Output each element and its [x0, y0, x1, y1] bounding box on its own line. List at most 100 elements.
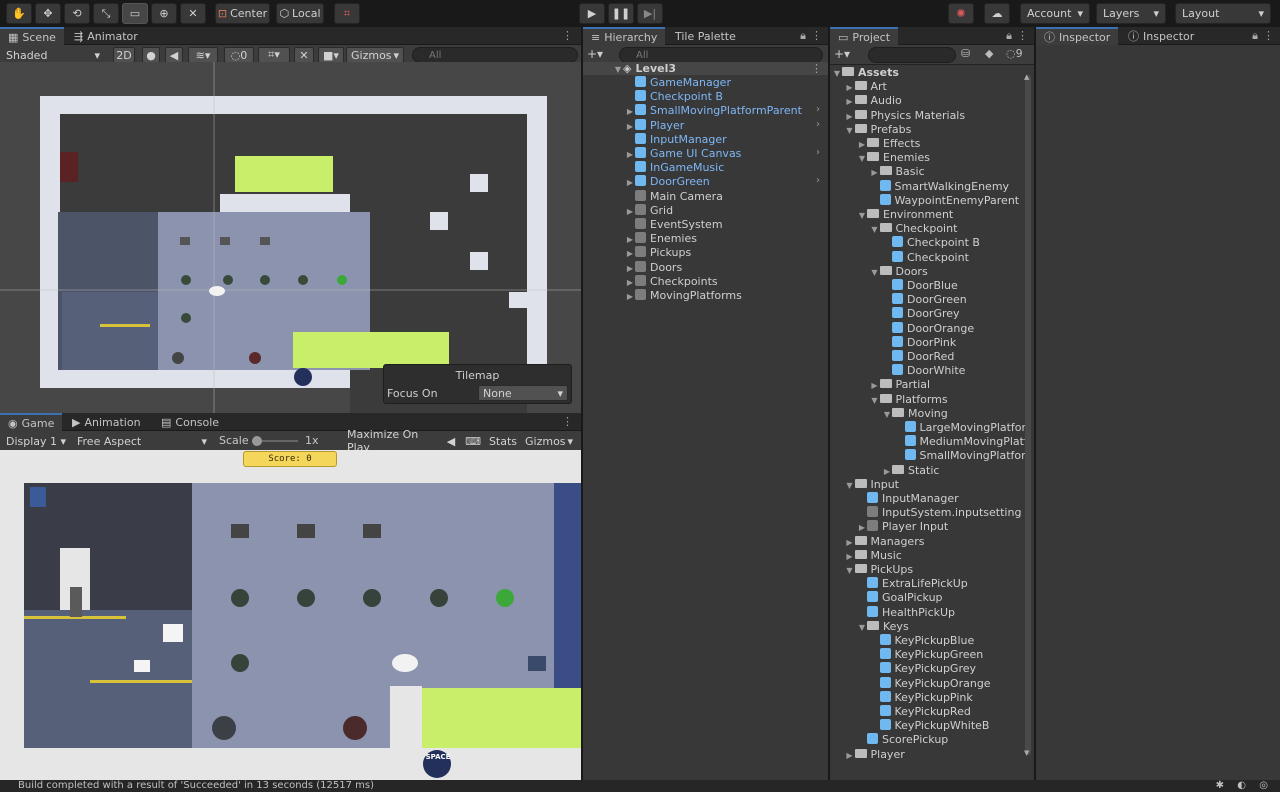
expand-arrow-icon[interactable]: ▶: [625, 276, 635, 290]
tab-tile-palette[interactable]: Tile Palette: [667, 27, 744, 45]
open-prefab-chevron-icon[interactable]: ›: [816, 104, 820, 115]
more-menu-icon[interactable]: ⋮: [811, 29, 822, 42]
lock-icon[interactable]: 🔒︎: [800, 29, 806, 43]
hierarchy-item[interactable]: GameManager: [625, 76, 731, 90]
2d-toggle[interactable]: 2D: [113, 47, 135, 63]
project-asset[interactable]: KeyPickupOrange: [870, 676, 991, 691]
project-asset[interactable]: GoalPickup: [857, 591, 943, 605]
project-folder[interactable]: ▼ Keys: [857, 620, 909, 634]
expand-arrow-icon[interactable]: ▼: [845, 124, 855, 138]
project-folder[interactable]: ▼ Enemies: [857, 151, 930, 165]
tab-animation[interactable]: ▶ Animation: [64, 413, 149, 431]
expand-arrow-icon[interactable]: ▶: [625, 120, 635, 134]
project-folder[interactable]: ▼ Doors: [870, 265, 927, 280]
scale-slider[interactable]: [252, 436, 298, 446]
step-button[interactable]: ▶|: [637, 3, 663, 24]
focus-on-dropdown[interactable]: None ▾: [478, 385, 568, 401]
hierarchy-item[interactable]: ▶ Checkpoints: [625, 274, 718, 290]
project-asset[interactable]: ScorePickup: [857, 733, 948, 747]
grid-snap-icon[interactable]: ⌗: [334, 3, 360, 24]
game-gizmos-dropdown[interactable]: Gizmos ▾: [520, 433, 578, 449]
project-folder[interactable]: ▼ Input: [845, 478, 899, 492]
project-folder[interactable]: ▼ Checkpoint: [870, 222, 957, 236]
expand-arrow-icon[interactable]: ▶: [845, 81, 855, 95]
scroll-up-icon[interactable]: ▲: [1024, 73, 1029, 81]
collab-icon[interactable]: ✺: [948, 3, 974, 24]
hierarchy-item[interactable]: EventSystem: [625, 218, 723, 232]
custom-tool-icon[interactable]: ✕: [180, 3, 206, 24]
expand-arrow-icon[interactable]: ▼: [857, 621, 867, 635]
visibility-toggle[interactable]: ◌ 0: [224, 47, 254, 63]
expand-arrow-icon[interactable]: ▼: [870, 266, 880, 280]
hierarchy-item[interactable]: ▶ Doors: [625, 260, 682, 276]
game-viewport[interactable]: SPACE Score: 0: [0, 450, 581, 780]
project-asset[interactable]: InputManager: [857, 492, 959, 506]
project-folder[interactable]: ▶ Physics Materials: [845, 109, 965, 123]
tab-inspector-2[interactable]: ⓘ Inspector: [1120, 27, 1202, 45]
open-prefab-chevron-icon[interactable]: ›: [816, 119, 820, 130]
expand-arrow-icon[interactable]: ▶: [625, 290, 635, 304]
scene-root[interactable]: ▼ ◈ Level3: [613, 62, 676, 76]
expand-arrow-icon[interactable]: ▶: [845, 536, 855, 550]
hierarchy-item[interactable]: Main Camera: [625, 189, 723, 204]
project-asset[interactable]: KeyPickupWhiteB: [870, 719, 989, 733]
expand-arrow-icon[interactable]: ▶: [625, 148, 635, 162]
project-asset[interactable]: DoorOrange: [882, 321, 974, 336]
expand-arrow-icon[interactable]: ▶: [625, 176, 635, 190]
layout-dropdown[interactable]: Layout ▾: [1175, 3, 1271, 24]
project-asset[interactable]: Checkpoint B: [882, 236, 980, 250]
hierarchy-item[interactable]: InputManager: [625, 132, 727, 147]
project-folder[interactable]: ▼ Assets: [832, 66, 899, 80]
project-asset[interactable]: DoorGrey: [882, 307, 960, 321]
hierarchy-item[interactable]: ▶ SmallMovingPlatformParent: [625, 104, 802, 118]
project-folder[interactable]: ▶ Music: [845, 549, 901, 564]
hierarchy-item[interactable]: ▶ Game UI Canvas: [625, 147, 741, 161]
row-menu-icon[interactable]: ⋮: [811, 62, 822, 75]
project-asset[interactable]: WaypointEnemyParent: [870, 193, 1019, 208]
hierarchy-item[interactable]: ▶ Grid: [625, 203, 673, 218]
transform-tool-icon[interactable]: ⊕: [151, 3, 177, 24]
hierarchy-item[interactable]: ▶ Pickups: [625, 246, 691, 260]
expand-arrow-icon[interactable]: ▼: [845, 564, 855, 578]
project-folder[interactable]: ▼ PickUps: [845, 563, 913, 578]
expand-arrow-icon[interactable]: ▼: [832, 67, 842, 81]
project-scrollbar[interactable]: [1025, 75, 1031, 755]
project-asset[interactable]: DoorGreen: [882, 293, 967, 307]
project-asset[interactable]: DoorRed: [882, 350, 954, 364]
hierarchy-item[interactable]: ▶ Player: [625, 118, 684, 134]
rect-tool-icon[interactable]: ▭: [122, 3, 148, 24]
hierarchy-item[interactable]: InGameMusic: [625, 161, 724, 175]
project-folder[interactable]: ▶ Static: [882, 464, 940, 478]
hierarchy-item[interactable]: Checkpoint B: [625, 90, 723, 104]
expand-arrow-icon[interactable]: ▶: [870, 166, 880, 180]
expand-arrow-icon[interactable]: ▶: [857, 521, 867, 535]
project-asset[interactable]: KeyPickupBlue: [870, 634, 974, 648]
keyboard-icon[interactable]: ⌨: [464, 433, 482, 449]
expand-arrow-icon[interactable]: ▶: [845, 95, 855, 109]
expand-arrow-icon[interactable]: ▶: [625, 262, 635, 276]
project-asset[interactable]: SmartWalkingEnemy: [870, 179, 1009, 194]
project-folder[interactable]: ▶ Partial: [870, 378, 930, 393]
project-folder[interactable]: ▶ Managers: [845, 535, 924, 550]
project-asset[interactable]: DoorBlue: [882, 279, 958, 293]
scene-search-input[interactable]: All: [412, 47, 578, 63]
expand-arrow-icon[interactable]: ▼: [870, 394, 880, 408]
slider-handle[interactable]: [252, 436, 262, 446]
expand-arrow-icon[interactable]: ▶: [845, 550, 855, 564]
tab-project[interactable]: ▭ Project: [830, 27, 899, 45]
pivot-local-button[interactable]: ⬡ Local: [276, 3, 324, 24]
project-folder[interactable]: ▼ Moving: [882, 407, 948, 421]
gizmos-dropdown[interactable]: Gizmos ▾: [346, 47, 404, 63]
aspect-dropdown[interactable]: Free Aspect ▾: [72, 433, 212, 449]
audio-icon[interactable]: ◀: [165, 47, 183, 63]
project-asset[interactable]: HealthPickUp: [857, 605, 955, 620]
expand-arrow-icon[interactable]: ▼: [882, 408, 892, 422]
pivot-center-button[interactable]: ⊡ Center: [215, 3, 270, 24]
rotate-tool-icon[interactable]: ⟲: [64, 3, 90, 24]
add-object-button[interactable]: +▾: [587, 47, 603, 61]
expand-arrow-icon[interactable]: ▶: [857, 138, 867, 152]
project-asset[interactable]: ▶ Player Input: [857, 520, 948, 534]
expand-arrow-icon[interactable]: ▶: [870, 379, 880, 393]
project-asset[interactable]: KeyPickupGrey: [870, 662, 976, 676]
project-asset[interactable]: MediumMovingPlatf: [895, 435, 1028, 449]
